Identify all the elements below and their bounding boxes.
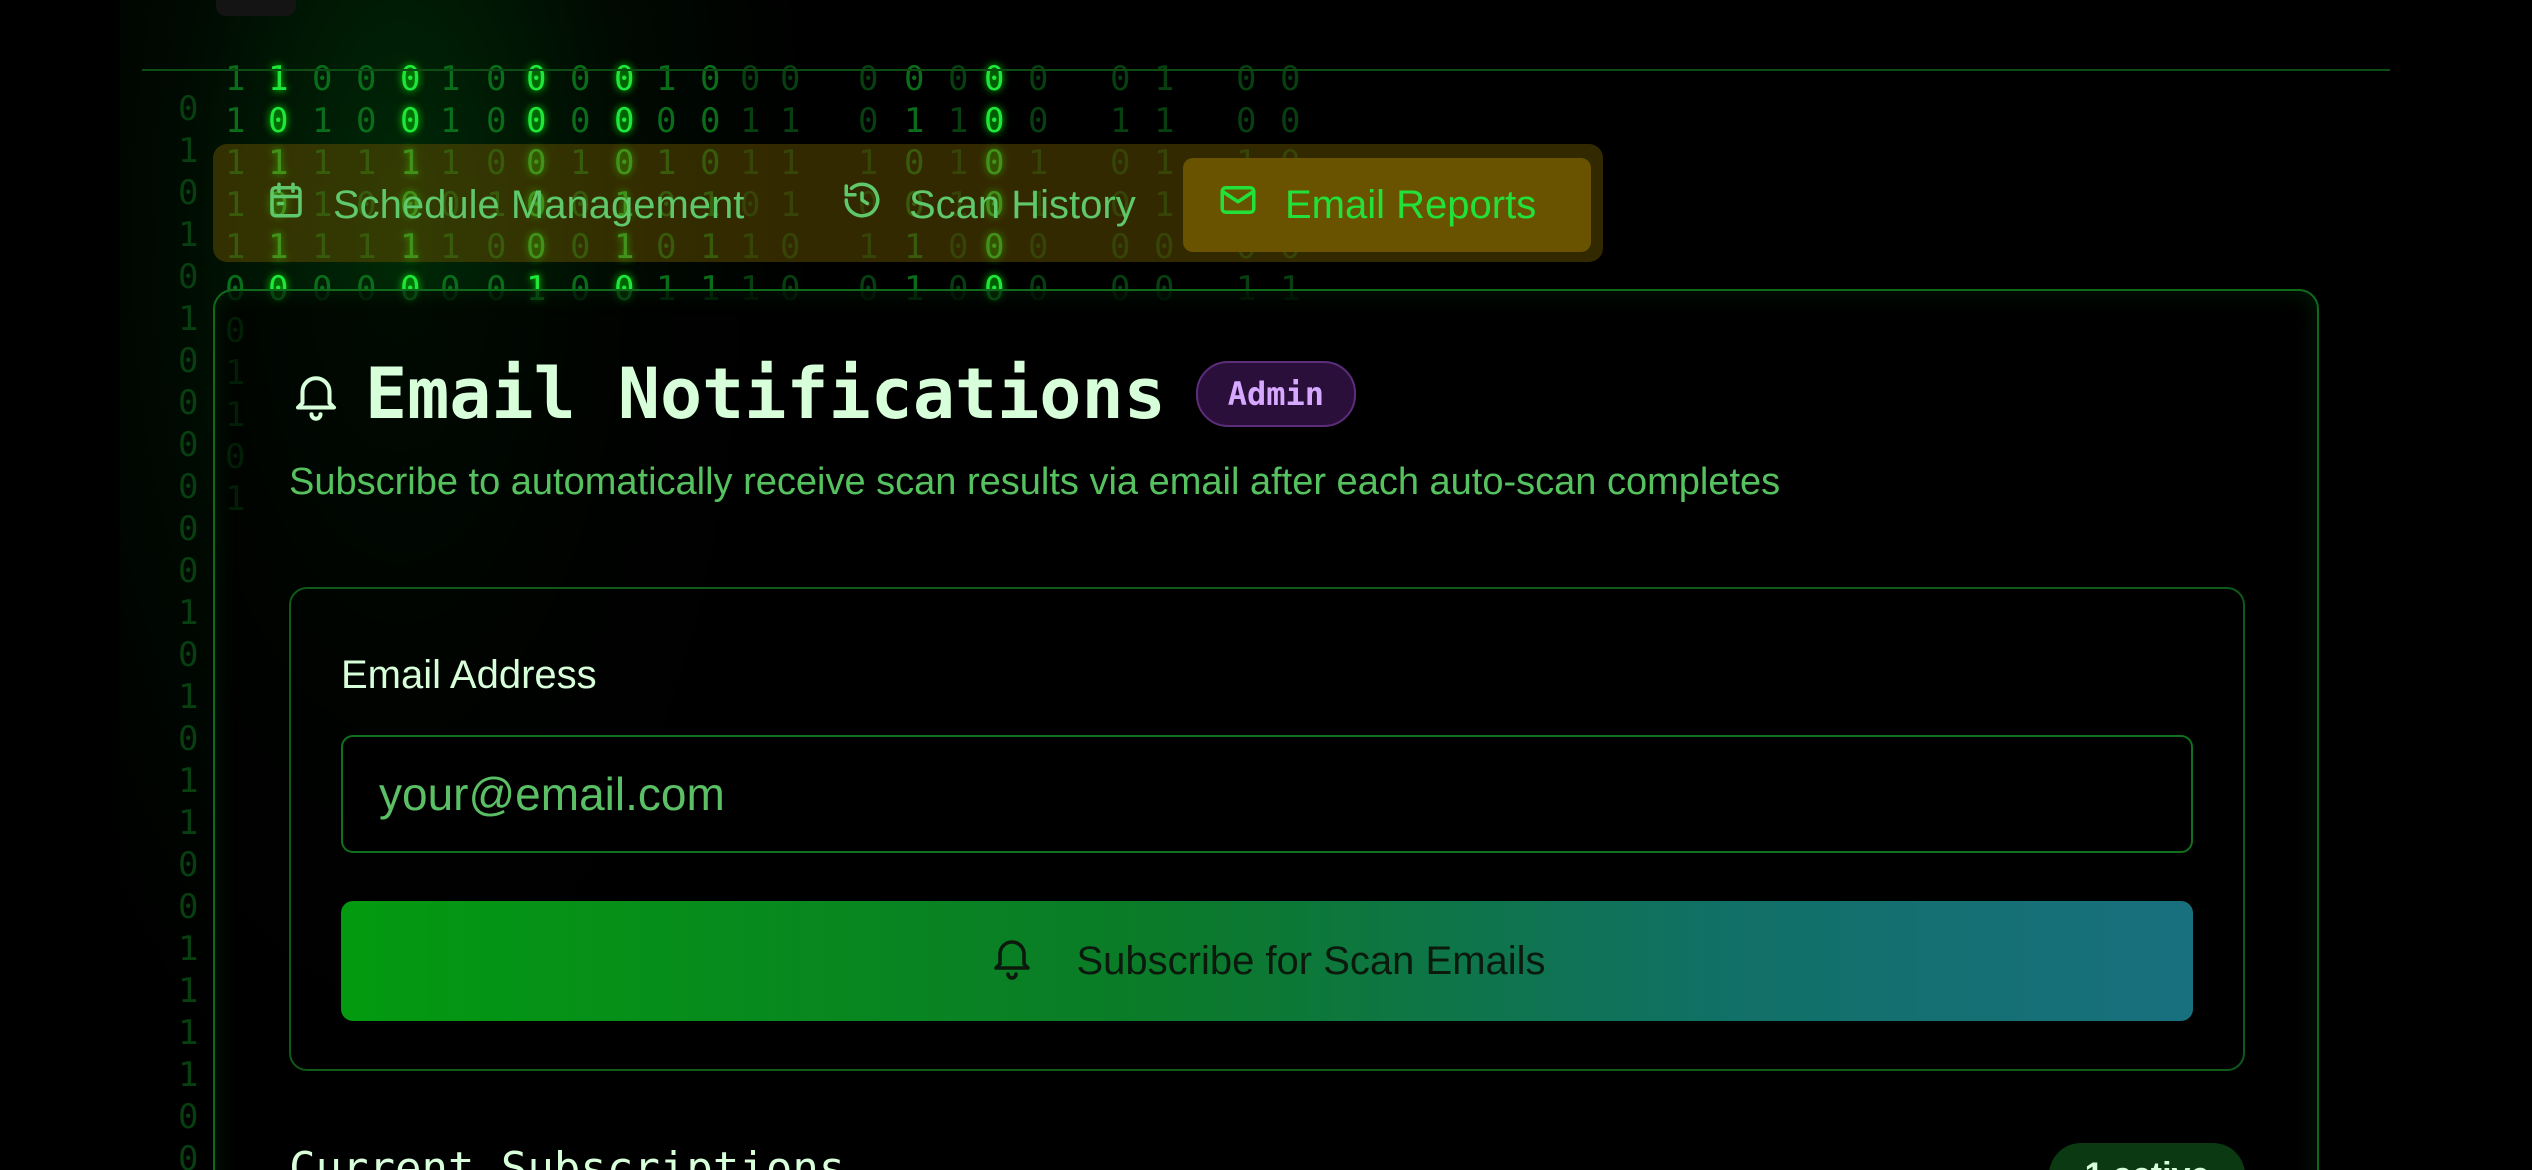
admin-badge: Admin [1195, 361, 1357, 427]
tab-label: Email Reports [1285, 182, 1537, 227]
email-field[interactable] [341, 735, 2193, 853]
bell-icon [289, 367, 343, 421]
matrix-rain: 0 1 0 1 0 1 0 0 0 0 0 0 1 0 1 0 1 1 0 0 … [178, 89, 199, 1170]
mail-icon [1217, 179, 1259, 231]
subscribe-form: Email Address Subscribe for Scan Emails [289, 587, 2245, 1071]
tab-label: Schedule Management [333, 182, 745, 227]
tab-email-reports[interactable]: Email Reports [1183, 158, 1591, 252]
tab-scan-history[interactable]: Scan History [807, 158, 1170, 252]
email-label: Email Address [341, 653, 597, 697]
calendar-icon [265, 179, 307, 231]
email-notifications-card: Email Notifications Admin Subscribe to a… [213, 289, 2319, 1170]
history-icon [841, 179, 883, 231]
page-title: Email Notifications [365, 353, 1166, 435]
top-control [216, 0, 296, 16]
tab-schedule-management[interactable]: Schedule Management [231, 158, 778, 252]
card-subtitle: Subscribe to automatically receive scan … [289, 461, 1781, 503]
tab-bar: Schedule Management Scan History Email R… [213, 144, 1603, 262]
subscriptions-title: Current Subscriptions [289, 1143, 846, 1170]
card-header: Email Notifications Admin [289, 353, 1357, 435]
subscribe-button-label: Subscribe for Scan Emails [1076, 938, 1546, 983]
subscriptions-count-badge: 1 active [2049, 1143, 2245, 1170]
app-root: 0 1 0 1 0 1 0 0 0 0 0 0 1 0 1 0 1 1 0 0 … [0, 0, 2532, 1170]
header-divider [142, 69, 2390, 71]
tab-label: Scan History [909, 182, 1136, 227]
subscribe-button[interactable]: Subscribe for Scan Emails [341, 901, 2193, 1021]
bell-icon [988, 932, 1036, 990]
